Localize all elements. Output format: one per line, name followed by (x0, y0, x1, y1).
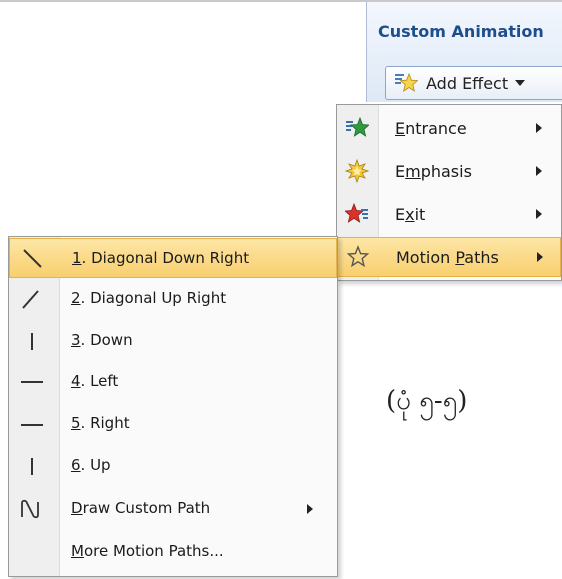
menu-item-label: 3. Down (71, 331, 133, 349)
custom-animation-pane: Custom Animation Add Effect (366, 2, 562, 102)
menu-item-label: 4. Left (71, 372, 119, 390)
menu-item-label: Motion Paths (396, 247, 499, 267)
up-line-icon (19, 454, 45, 478)
submenu-arrow-icon (536, 123, 542, 133)
menu-item-label: 2. Diagonal Up Right (71, 289, 227, 307)
menu-item-motion-paths[interactable]: Motion Paths (337, 237, 561, 277)
menu-item-draw-custom-path[interactable]: Draw Custom Path (9, 489, 337, 529)
motion-paths-star-icon (346, 245, 370, 269)
menu-item-label: Draw Custom Path (71, 499, 211, 517)
entrance-star-icon (345, 116, 370, 140)
dropdown-arrow-icon (515, 80, 526, 86)
menu-item-label: Emphasis (395, 161, 472, 181)
menu-item-label: 5. Right (71, 414, 130, 432)
submenu-arrow-icon (536, 209, 542, 219)
menu-item-label: More Motion Paths... (71, 542, 224, 560)
diagonal-up-right-icon (19, 287, 45, 311)
add-effect-label: Add Effect (426, 73, 509, 93)
emphasis-star-icon (344, 158, 370, 184)
submenu-arrow-icon (307, 504, 313, 514)
exit-star-icon (344, 202, 369, 226)
menu-item-label: 6. Up (71, 456, 111, 474)
add-effect-menu: Entrance Emphasis Exit Motion Paths (336, 104, 562, 281)
menu-item-right[interactable]: 5. Right (9, 404, 337, 444)
motion-paths-submenu: 1. Diagonal Down Right 2. Diagonal Up Ri… (8, 236, 338, 577)
menu-item-emphasis[interactable]: Emphasis (337, 151, 561, 191)
menu-item-entrance[interactable]: Entrance (337, 108, 561, 148)
menu-item-label: Entrance (395, 118, 467, 138)
menu-item-down[interactable]: 3. Down (9, 321, 337, 361)
down-line-icon (19, 329, 45, 353)
add-effect-star-icon (394, 71, 418, 95)
submenu-arrow-icon (536, 166, 542, 176)
menu-item-exit[interactable]: Exit (337, 194, 561, 234)
menu-item-label: Exit (395, 204, 426, 224)
menu-item-diagonal-down-right[interactable]: 1. Diagonal Down Right (9, 238, 337, 278)
submenu-arrow-icon (537, 252, 543, 262)
menu-item-more-motion-paths[interactable]: More Motion Paths... (9, 532, 337, 572)
menu-item-up[interactable]: 6. Up (9, 446, 337, 486)
menu-item-diagonal-up-right[interactable]: 2. Diagonal Up Right (9, 279, 337, 319)
pane-title: Custom Animation (378, 22, 544, 41)
figure-caption: (ပုံ ၅-၅) (386, 386, 468, 416)
add-effect-button[interactable]: Add Effect (385, 66, 562, 100)
right-line-icon (19, 412, 45, 436)
diagonal-down-right-icon (20, 247, 46, 271)
menu-item-label: 1. Diagonal Down Right (72, 249, 250, 267)
custom-path-icon (19, 497, 45, 521)
left-line-icon (19, 370, 45, 394)
menu-item-left[interactable]: 4. Left (9, 362, 337, 402)
